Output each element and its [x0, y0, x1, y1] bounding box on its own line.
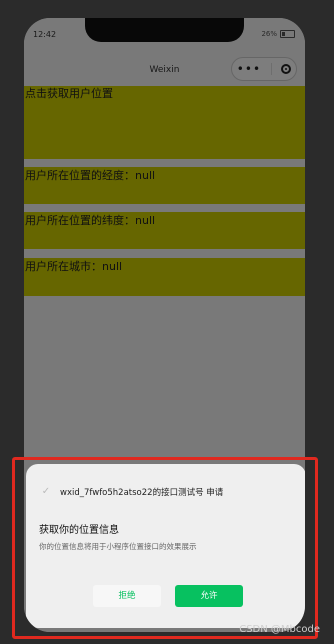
permission-title: 获取你的位置信息 — [39, 525, 119, 536]
dialog-header: ✓ wxid_7fwfo5h2atso22的接口测试号 申请 — [40, 486, 223, 498]
phone-frame: 12:42 26% Weixin ••• 点击获取用户位置 用户所在位置的经度：… — [24, 18, 305, 632]
app-name: wxid_7fwfo5h2atso22的接口测试号 申请 — [60, 488, 224, 498]
watermark: CSDN @Mbcode — [239, 624, 320, 635]
check-icon: ✓ — [41, 486, 51, 497]
deny-button[interactable]: 拒绝 — [93, 585, 161, 607]
permission-dialog: ✓ wxid_7fwfo5h2atso22的接口测试号 申请 获取你的位置信息 … — [26, 464, 305, 628]
allow-button[interactable]: 允许 — [175, 585, 243, 607]
permission-description: 你的位置信息将用于小程序位置接口的效果展示 — [39, 542, 197, 551]
